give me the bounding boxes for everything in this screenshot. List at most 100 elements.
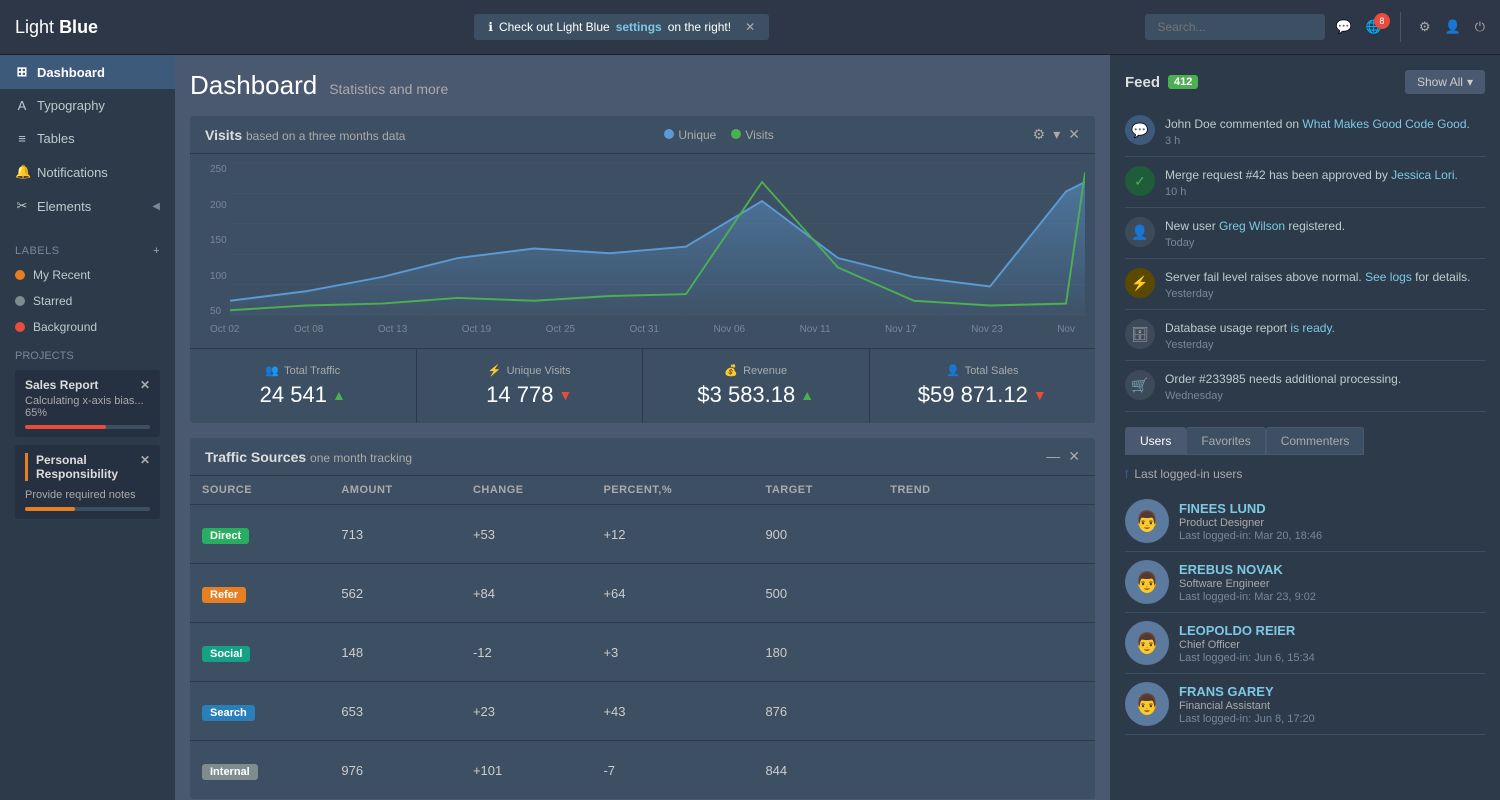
feed-link[interactable]: What Makes Good Code Good. bbox=[1302, 117, 1469, 131]
col-source: SOURCE bbox=[190, 476, 329, 505]
globe-icon[interactable]: 🌐 8 bbox=[1366, 19, 1382, 35]
check-feed-icon: ✓ bbox=[1125, 166, 1155, 196]
feed-header: Feed 412 Show All ▾ bbox=[1125, 70, 1485, 94]
change-cell: -12 bbox=[461, 623, 592, 682]
feed-time: 3 h bbox=[1165, 135, 1485, 147]
app-logo: Light Blue bbox=[15, 17, 98, 38]
feed-link[interactable]: Jessica Lori. bbox=[1391, 168, 1458, 182]
user-name[interactable]: FINEES LUND bbox=[1179, 501, 1485, 516]
stat-revenue: 💰Revenue $3 583.18▲ bbox=[643, 349, 870, 423]
show-all-button[interactable]: Show All ▾ bbox=[1405, 70, 1485, 94]
progress-bar-bg-2 bbox=[25, 507, 150, 511]
feed-time: Wednesday bbox=[1165, 390, 1485, 402]
trend-chart bbox=[890, 751, 990, 786]
feed-link[interactable]: is ready. bbox=[1290, 321, 1334, 335]
main-content: Dashboard Statistics and more Visits bas… bbox=[175, 55, 1110, 800]
dot-orange-icon bbox=[15, 270, 25, 280]
sidebar-projects: Projects Sales Report ✕ Calculating x-ax… bbox=[0, 340, 175, 537]
feed-items: 💬 John Doe commented on What Makes Good … bbox=[1125, 106, 1485, 412]
feed-text: Merge request #42 has been approved by J… bbox=[1165, 166, 1485, 184]
col-percent: PERCENT,% bbox=[591, 476, 753, 505]
source-badge: Search bbox=[202, 705, 255, 721]
feed-text: Database usage report is ready. bbox=[1165, 319, 1485, 337]
feed-time: Yesterday bbox=[1165, 288, 1485, 300]
chevron-down-icon[interactable]: ▾ bbox=[1053, 126, 1060, 143]
user-name[interactable]: EREBUS NOVAK bbox=[1179, 562, 1485, 577]
sidebar-label-background[interactable]: Background bbox=[0, 314, 175, 340]
avatar: 👨 bbox=[1125, 682, 1169, 726]
sidebar-item-elements[interactable]: ✂ Elements ◀ bbox=[0, 189, 175, 223]
amount-cell: 976 bbox=[329, 741, 461, 800]
typography-icon: A bbox=[15, 98, 29, 113]
feed-text: John Doe commented on What Makes Good Co… bbox=[1165, 115, 1485, 133]
labels-add-icon[interactable]: + bbox=[153, 245, 160, 257]
source-cell: Social bbox=[190, 623, 329, 682]
chat-icon[interactable]: 💬 bbox=[1335, 19, 1351, 35]
elements-icon: ✂ bbox=[15, 198, 29, 214]
user-item: 👨 LEOPOLDO REIER Chief Officer Last logg… bbox=[1125, 613, 1485, 674]
project-close-icon[interactable]: ✕ bbox=[140, 378, 150, 392]
traffic-trend-up: ▲ bbox=[332, 387, 346, 403]
visits-card-title: Visits based on a three months data bbox=[205, 127, 405, 143]
notice-close-icon[interactable]: ✕ bbox=[745, 20, 755, 34]
percent-cell: +43 bbox=[591, 682, 753, 741]
user-info: FRANS GAREY Financial Assistant Last log… bbox=[1179, 684, 1485, 725]
tab-commenters[interactable]: Commenters bbox=[1266, 427, 1365, 455]
sidebar-label-recent[interactable]: My Recent bbox=[0, 262, 175, 288]
tab-users[interactable]: Users bbox=[1125, 427, 1186, 455]
sidebar-item-typography[interactable]: A Typography bbox=[0, 89, 175, 122]
source-cell: Direct bbox=[190, 505, 329, 564]
sidebar-item-dashboard[interactable]: ⊞ Dashboard bbox=[0, 55, 175, 89]
avatar: 👨 bbox=[1125, 560, 1169, 604]
change-cell: +101 bbox=[461, 741, 592, 800]
user-name[interactable]: LEOPOLDO REIER bbox=[1179, 623, 1485, 638]
traffic-card-actions: — ✕ bbox=[1046, 448, 1080, 465]
source-badge: Social bbox=[202, 646, 250, 662]
source-cell: Refer bbox=[190, 564, 329, 623]
user-icon[interactable]: 👤 bbox=[1445, 19, 1461, 35]
cart-feed-icon: 🛒 bbox=[1125, 370, 1155, 400]
source-badge: Internal bbox=[202, 764, 258, 780]
settings-icon[interactable]: ⚙ bbox=[1419, 19, 1431, 35]
tab-favorites[interactable]: Favorites bbox=[1186, 427, 1265, 455]
project-personal-responsibility: Personal Responsibility ✕ Provide requir… bbox=[15, 445, 160, 519]
project-close-icon-2[interactable]: ✕ bbox=[140, 453, 150, 486]
close-icon[interactable]: ✕ bbox=[1068, 126, 1080, 143]
header-right: 💬 🌐 8 ⚙ 👤 ⏻ bbox=[1145, 12, 1485, 42]
user-info: LEOPOLDO REIER Chief Officer Last logged… bbox=[1179, 623, 1485, 664]
trend-cell bbox=[878, 623, 1095, 682]
sales-trend-down: ▼ bbox=[1033, 387, 1047, 403]
table-row: Search 653 +23 +43 876 bbox=[190, 682, 1095, 741]
chat-feed-icon: 💬 bbox=[1125, 115, 1155, 145]
sidebar-item-notifications[interactable]: 🔔 Notifications bbox=[0, 155, 175, 189]
feed-link[interactable]: See logs bbox=[1365, 270, 1412, 284]
minimize-icon[interactable]: — bbox=[1046, 448, 1060, 465]
feed-link[interactable]: Greg Wilson bbox=[1219, 219, 1285, 233]
feed-item: 👤 New user Greg Wilson registered. Today bbox=[1125, 208, 1485, 259]
feed-content: New user Greg Wilson registered. Today bbox=[1165, 217, 1485, 249]
gear-icon[interactable]: ⚙ bbox=[1033, 126, 1046, 143]
user-last-login: Last logged-in: Jun 6, 15:34 bbox=[1179, 652, 1485, 664]
user-role: Financial Assistant bbox=[1179, 700, 1485, 712]
search-input[interactable] bbox=[1145, 14, 1325, 40]
users-tabs: Users Favorites Commenters bbox=[1125, 427, 1485, 455]
close-icon[interactable]: ✕ bbox=[1068, 448, 1080, 465]
chart-with-y: 250 200 150 100 50 bbox=[200, 159, 1085, 322]
user-last-login: Last logged-in: Mar 20, 18:46 bbox=[1179, 530, 1485, 542]
col-trend: TREND bbox=[878, 476, 1095, 505]
layout: ⊞ Dashboard A Typography ≡ Tables 🔔 Noti… bbox=[0, 55, 1500, 800]
trend-cell bbox=[878, 741, 1095, 800]
user-name[interactable]: FRANS GAREY bbox=[1179, 684, 1485, 699]
feed-content: Server fail level raises above normal. S… bbox=[1165, 268, 1485, 300]
amount-cell: 148 bbox=[329, 623, 461, 682]
sidebar-item-tables[interactable]: ≡ Tables bbox=[0, 122, 175, 155]
header-center: ℹ Check out Light Blue settings on the r… bbox=[474, 14, 769, 40]
power-icon[interactable]: ⏻ bbox=[1475, 19, 1485, 35]
trend-chart bbox=[890, 633, 990, 668]
table-row: Refer 562 +84 +64 500 bbox=[190, 564, 1095, 623]
unique-trend-down: ▼ bbox=[558, 387, 572, 403]
project-sales-report: Sales Report ✕ Calculating x-axis bias..… bbox=[15, 370, 160, 437]
sidebar-label-starred[interactable]: Starred bbox=[0, 288, 175, 314]
visits-card-header: Visits based on a three months data Uniq… bbox=[190, 116, 1095, 154]
change-cell: +23 bbox=[461, 682, 592, 741]
